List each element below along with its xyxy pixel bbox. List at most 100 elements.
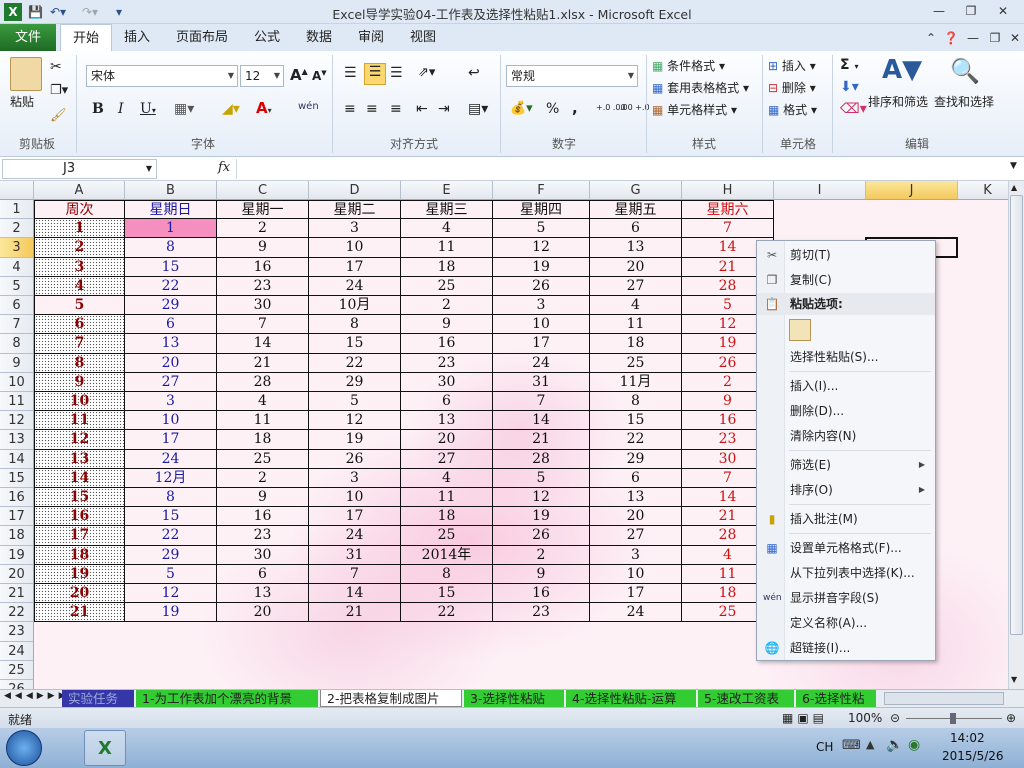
table-cell[interactable]: 26 bbox=[309, 449, 401, 469]
decrease-indent-icon[interactable]: ⇤ bbox=[416, 101, 428, 117]
horizontal-scrollbar[interactable] bbox=[884, 692, 1004, 705]
cut-icon[interactable]: ✂ bbox=[50, 59, 62, 75]
table-cell[interactable]: 9 bbox=[34, 372, 125, 392]
table-cell[interactable]: 11 bbox=[401, 488, 493, 508]
table-cell[interactable]: 19 bbox=[309, 430, 401, 450]
table-cell[interactable]: 3 bbox=[590, 545, 682, 565]
close-icon[interactable]: ✕ bbox=[990, 2, 1016, 20]
insert-cells-button[interactable]: ⊞ 插入 ▾ bbox=[768, 57, 816, 74]
menu-item-filter[interactable]: 筛选(E) ▶ bbox=[757, 454, 935, 476]
table-cell[interactable]: 26 bbox=[493, 276, 590, 296]
insert-function-icon[interactable]: fx bbox=[218, 160, 230, 175]
tray-expand-icon[interactable]: ▲ bbox=[866, 738, 874, 751]
delete-cells-button[interactable]: ⊟ 删除 ▾ bbox=[768, 79, 816, 96]
table-cell[interactable]: 25 bbox=[217, 449, 309, 469]
table-cell[interactable]: 20 bbox=[34, 584, 125, 604]
row-header[interactable]: 14 bbox=[0, 449, 34, 469]
table-cell[interactable]: 10 bbox=[590, 564, 682, 584]
table-cell[interactable]: 16 bbox=[401, 334, 493, 354]
comma-button[interactable]: , bbox=[572, 99, 578, 117]
table-cell[interactable]: 2 bbox=[217, 219, 309, 239]
align-bottom-icon[interactable]: ☰ bbox=[390, 65, 403, 81]
workbook-close-icon[interactable]: ✕ bbox=[1002, 29, 1024, 47]
table-cell[interactable]: 31 bbox=[493, 372, 590, 392]
table-cell[interactable]: 3 bbox=[309, 219, 401, 239]
table-cell[interactable]: 22 bbox=[309, 353, 401, 373]
row-header[interactable]: 6 bbox=[0, 296, 34, 316]
row-header[interactable]: 11 bbox=[0, 392, 34, 412]
row-header[interactable]: 4 bbox=[0, 257, 34, 277]
menu-item-clear[interactable]: 清除内容(N) bbox=[757, 425, 935, 447]
sheet-tab-1[interactable]: 1-为工作表加个漂亮的背景 bbox=[136, 690, 318, 707]
table-cell[interactable]: 11月 bbox=[590, 372, 682, 392]
align-left-icon[interactable]: ≡ bbox=[344, 101, 356, 117]
tab-view[interactable]: 视图 bbox=[398, 24, 448, 51]
table-cell[interactable]: 6 bbox=[590, 219, 682, 239]
table-cell[interactable]: 18 bbox=[34, 545, 125, 565]
table-cell[interactable]: 23 bbox=[493, 603, 590, 623]
select-all-corner[interactable] bbox=[0, 181, 34, 200]
expand-formula-bar-icon[interactable]: ▼ bbox=[1010, 161, 1017, 171]
table-cell[interactable]: 6 bbox=[125, 315, 217, 335]
paste-option-icon[interactable] bbox=[789, 319, 811, 341]
clear-icon[interactable]: ⌫▾ bbox=[840, 101, 867, 117]
table-cell[interactable]: 18 bbox=[401, 257, 493, 277]
table-cell[interactable]: 2 bbox=[493, 545, 590, 565]
sheet-tab-6[interactable]: 6-选择性粘 bbox=[796, 690, 876, 707]
table-cell[interactable]: 21 bbox=[309, 603, 401, 623]
table-cell[interactable]: 12 bbox=[34, 430, 125, 450]
table-cell[interactable]: 24 bbox=[125, 449, 217, 469]
table-cell[interactable]: 6 bbox=[401, 392, 493, 412]
table-cell[interactable]: 20 bbox=[590, 507, 682, 527]
row-header[interactable]: 25 bbox=[0, 660, 34, 680]
table-cell[interactable]: 5 bbox=[34, 296, 125, 316]
sheet-nav-arrows-icon[interactable]: ◀◀◀▶▶▶ bbox=[4, 691, 70, 701]
row-header[interactable]: 2 bbox=[0, 219, 34, 239]
table-cell[interactable]: 22 bbox=[401, 603, 493, 623]
menu-item-sort[interactable]: 排序(O) ▶ bbox=[757, 479, 935, 501]
table-cell[interactable]: 17 bbox=[125, 430, 217, 450]
column-header[interactable]: C bbox=[217, 181, 309, 200]
input-language[interactable]: CH bbox=[816, 740, 833, 754]
row-header[interactable]: 26 bbox=[0, 680, 34, 689]
merge-center-icon[interactable]: ▤▾ bbox=[468, 101, 488, 117]
table-cell[interactable]: 16 bbox=[217, 257, 309, 277]
sheet-tab-3[interactable]: 3-选择性粘贴 bbox=[464, 690, 564, 707]
table-cell[interactable]: 17 bbox=[34, 526, 125, 546]
fill-icon[interactable]: ⬇▾ bbox=[840, 79, 859, 95]
menu-item-hyperlink[interactable]: 🌐 超链接(I)... bbox=[757, 637, 935, 659]
scroll-up-icon[interactable]: ▲ bbox=[1011, 183, 1017, 192]
row-header[interactable]: 21 bbox=[0, 584, 34, 604]
table-cell[interactable]: 17 bbox=[309, 507, 401, 527]
find-select-button[interactable]: 查找和选择 bbox=[934, 93, 994, 110]
cell-styles-button[interactable]: ▦ 单元格样式 ▾ bbox=[652, 101, 737, 118]
sheet-tab-2-active[interactable]: 2-把表格复制成图片 bbox=[320, 690, 462, 707]
table-cell[interactable]: 24 bbox=[309, 526, 401, 546]
align-center-icon[interactable]: ≡ bbox=[366, 101, 378, 117]
table-cell[interactable]: 26 bbox=[493, 526, 590, 546]
table-cell[interactable]: 28 bbox=[217, 372, 309, 392]
row-header[interactable]: 3 bbox=[0, 238, 34, 258]
row-header[interactable]: 10 bbox=[0, 372, 34, 392]
table-cell[interactable]: 13 bbox=[34, 449, 125, 469]
table-cell[interactable]: 20 bbox=[125, 353, 217, 373]
conditional-format-button[interactable]: ▦ 条件格式 ▾ bbox=[652, 57, 725, 74]
copy-icon[interactable]: ❐▾ bbox=[50, 83, 68, 98]
table-cell[interactable]: 9 bbox=[493, 564, 590, 584]
tab-data[interactable]: 数据 bbox=[294, 24, 344, 51]
sheet-tab-task[interactable]: 实验任务 bbox=[62, 690, 134, 707]
table-cell[interactable]: 8 bbox=[34, 353, 125, 373]
column-header[interactable]: A bbox=[34, 181, 125, 200]
table-cell[interactable]: 24 bbox=[493, 353, 590, 373]
increase-indent-icon[interactable]: ⇥ bbox=[438, 101, 450, 117]
column-header[interactable]: G bbox=[590, 181, 682, 200]
table-cell[interactable]: 25 bbox=[590, 353, 682, 373]
table-cell[interactable]: 11 bbox=[401, 238, 493, 258]
table-cell[interactable]: 6 bbox=[590, 468, 682, 488]
tab-formulas[interactable]: 公式 bbox=[242, 24, 292, 51]
find-select-icon[interactable]: 🔍 bbox=[950, 57, 980, 85]
table-cell[interactable]: 30 bbox=[217, 545, 309, 565]
menu-item-insert[interactable]: 插入(I)... bbox=[757, 375, 935, 397]
table-cell[interactable]: 7 bbox=[493, 392, 590, 412]
table-cell[interactable]: 12月 bbox=[125, 468, 217, 488]
